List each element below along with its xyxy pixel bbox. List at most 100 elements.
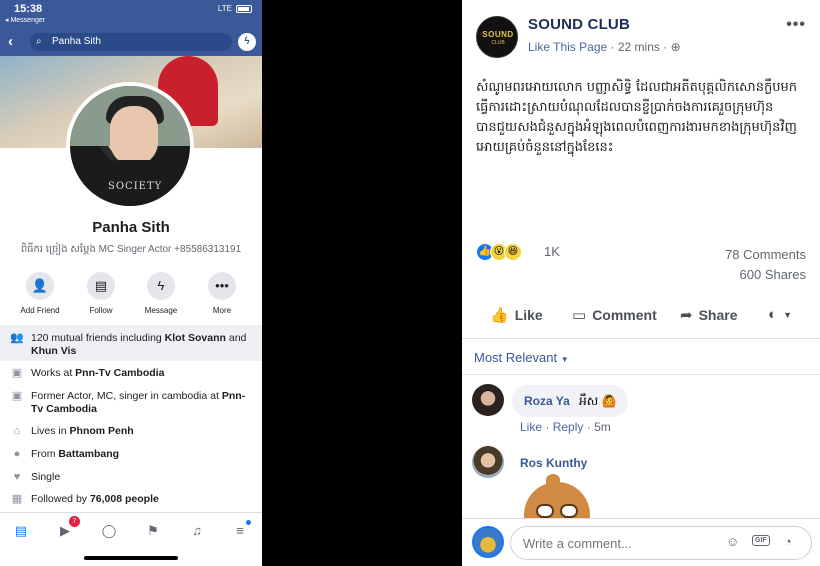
add-friend-label: Add Friend	[20, 306, 60, 315]
sticker-eye	[536, 504, 554, 518]
post-meta: Like This Page · 22 mins · ⊕	[528, 40, 681, 54]
works-prefix: Works at	[31, 367, 76, 379]
messenger-icon: ϟ	[147, 272, 175, 300]
mutual-prefix: 120 mutual friends including	[31, 332, 165, 344]
commenter-name[interactable]: Roza Ya	[524, 394, 570, 408]
battery-icon	[236, 4, 252, 13]
globe-icon: ⊕	[670, 40, 681, 54]
mutual-friend-name[interactable]: Klot Sovann	[165, 332, 226, 344]
page-switcher-avatar-icon: ◐	[768, 306, 778, 323]
shares-count[interactable]: 600 Shares	[740, 267, 807, 282]
profile-actions: 👤 Add Friend ▤ Follow ϟ Message ••• More	[0, 272, 262, 318]
add-friend-button[interactable]: 👤 Add Friend	[10, 272, 70, 315]
friends-icon: 👥	[10, 332, 24, 344]
menu-icon[interactable]: ≡	[231, 520, 251, 540]
caret-down-icon: ▼	[560, 355, 569, 364]
mutual-friend-name[interactable]: Khun Vis	[31, 345, 76, 357]
post-action-bar: 👍 Like ▭ Comment ➦ Share ◐ ▼	[462, 300, 820, 332]
works-place[interactable]: Pnn-Tv Cambodia	[75, 367, 164, 379]
video-badge: 7	[69, 516, 80, 527]
status-bar: 15:38 ◂ Messenger LTE	[0, 0, 262, 28]
audience-selector[interactable]: ◐ ▼	[768, 306, 792, 323]
relationship-text: Single	[31, 471, 61, 483]
more-options-icon[interactable]: •••	[786, 16, 806, 34]
notifications-bell-icon[interactable]: ♫	[188, 522, 206, 540]
watch-video-icon[interactable]: ▶ 7	[56, 516, 80, 540]
comment-like-link[interactable]: Like	[520, 420, 542, 434]
follow-label: Follow	[89, 306, 113, 315]
divider	[462, 338, 820, 339]
share-arrow-icon: ➦	[680, 307, 693, 324]
former-prefix: Former Actor, MC, singer in cambodia at	[31, 390, 222, 402]
message-button[interactable]: ϟ Message	[131, 272, 191, 315]
emoji-icon[interactable]: ☺	[726, 534, 739, 549]
comment-actions: Like · Reply · 5m	[520, 420, 611, 434]
like-page-link[interactable]: Like This Page	[528, 40, 607, 54]
page-name[interactable]: SOUND CLUB	[528, 16, 630, 33]
from-place[interactable]: Battambang	[58, 448, 119, 460]
comment-bubble: Roza Ya អឹស 🙆	[512, 385, 629, 417]
former-work-text: Former Actor, MC, singer in cambodia at …	[31, 390, 254, 416]
logo-subtext: CLUB	[491, 40, 505, 46]
follow-button[interactable]: ▤ Follow	[71, 272, 131, 315]
gif-icon[interactable]: GIF	[752, 535, 770, 546]
from-text: From Battambang	[31, 448, 254, 461]
facebook-post: SOUND CLUB SOUND CLUB Like This Page · 2…	[462, 0, 820, 566]
page-avatar[interactable]: SOUND CLUB	[476, 16, 518, 58]
commenter-name[interactable]: Ros Kunthy	[520, 456, 587, 470]
profile-name: Panha Sith	[92, 219, 170, 236]
back-to-messenger[interactable]: ◂ Messenger	[5, 16, 45, 24]
pages-flag-icon[interactable]: ⚑	[144, 522, 162, 540]
post-time[interactable]: 22 mins	[618, 40, 660, 54]
commenter-avatar[interactable]	[472, 446, 504, 478]
separator: ·	[545, 420, 553, 434]
followed-count[interactable]: 76,008 people	[90, 493, 159, 505]
news-feed-icon[interactable]: ▤	[12, 522, 30, 540]
logo-text: SOUND	[482, 30, 514, 39]
sort-label: Most Relevant	[474, 350, 558, 365]
navigation-bar: ‹ ⌕ Panha Sith ϟ	[0, 28, 262, 56]
reaction-count: 1K	[544, 244, 560, 259]
comment-label: Comment	[592, 307, 657, 323]
follow-icon: ▤	[87, 272, 115, 300]
signal-label: LTE	[217, 4, 232, 13]
more-button[interactable]: ••• More	[192, 272, 252, 315]
comment-sort-dropdown[interactable]: Most Relevant ▼	[474, 350, 569, 365]
sticker-icon[interactable]: ◔	[784, 534, 792, 549]
profile-picture[interactable]: SOCIETY	[66, 82, 194, 210]
lives-place[interactable]: Phnom Penh	[70, 425, 134, 437]
search-icon: ⌕	[36, 36, 42, 47]
haha-reaction-icon: 😆	[504, 243, 522, 261]
profile-icon[interactable]: ◯	[100, 522, 118, 540]
mutual-friends-row[interactable]: 👥 120 mutual friends including Klot Sova…	[0, 325, 262, 361]
lives-text: Lives in Phnom Penh	[31, 425, 254, 438]
more-label: More	[212, 306, 232, 315]
comment-reply-link[interactable]: Reply	[553, 420, 584, 434]
like-label: Like	[514, 307, 543, 323]
work-text: Works at Pnn-Tv Cambodia	[31, 367, 254, 380]
messenger-icon[interactable]: ϟ	[238, 33, 256, 51]
share-button[interactable]: ➦ Share	[680, 306, 738, 324]
comment-button[interactable]: ▭ Comment	[572, 306, 657, 324]
share-label: Share	[698, 307, 738, 323]
home-icon: ⌂	[13, 425, 21, 437]
divider	[462, 374, 820, 375]
mutual-friends-text: 120 mutual friends including Klot Sovann…	[31, 332, 254, 358]
comment-time[interactable]: 5m	[594, 420, 611, 434]
followers-text: Followed by 76,008 people	[31, 493, 254, 506]
back-chevron-icon[interactable]: ‹	[8, 33, 13, 50]
message-label: Message	[144, 306, 178, 315]
home-indicator[interactable]	[84, 556, 178, 560]
lives-prefix: Lives in	[31, 425, 70, 437]
from-prefix: From	[31, 448, 59, 460]
like-button[interactable]: 👍 Like	[490, 306, 543, 324]
heart-icon: ♥	[13, 471, 21, 483]
post-text: សំណូមពរអោយលោក បញ្ញាសិទ្ធិ ដែលជាអតីតបុគ្គ…	[476, 80, 797, 155]
search-field[interactable]: ⌕ Panha Sith	[30, 33, 232, 51]
followers-icon: ▦	[11, 493, 23, 505]
commenter-avatar[interactable]	[472, 384, 504, 416]
search-query: Panha Sith	[52, 36, 101, 47]
sticker-eye	[560, 504, 578, 518]
comments-count[interactable]: 78 Comments	[725, 247, 806, 262]
mutual-and: and	[225, 332, 247, 344]
